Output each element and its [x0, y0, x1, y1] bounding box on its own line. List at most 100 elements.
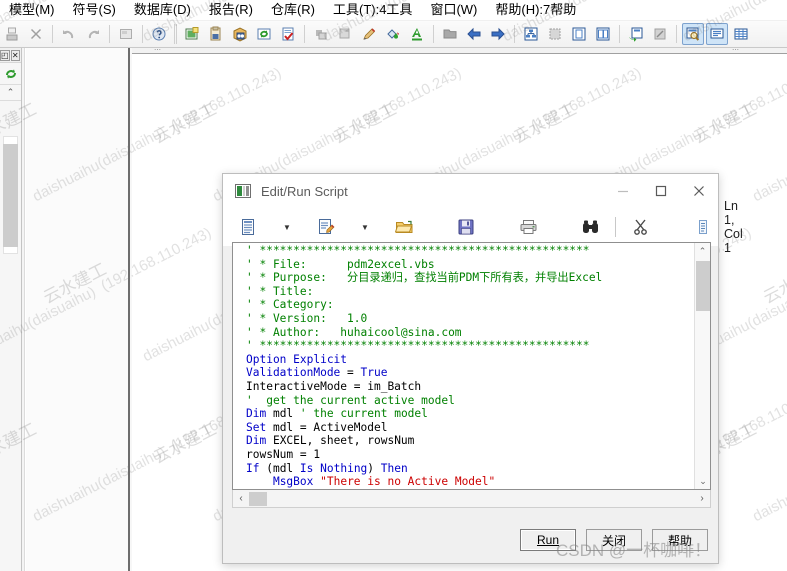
minimize-button[interactable] [604, 174, 642, 208]
toolbar-separator [304, 25, 305, 43]
paint-bucket-icon[interactable] [382, 23, 404, 45]
resize-icon[interactable] [649, 23, 671, 45]
print-icon[interactable] [1, 23, 23, 45]
menu-item-label: 工具(T):4工具 [333, 2, 412, 17]
menu-database[interactable]: 数据库(D) [125, 1, 200, 20]
editor-horizontal-scrollbar[interactable]: ‹ › [232, 490, 711, 508]
maximize-button[interactable] [642, 174, 680, 208]
menu-tools[interactable]: 工具(T):4工具 [324, 1, 421, 20]
two-page-icon[interactable] [592, 23, 614, 45]
diagram-icon[interactable] [520, 23, 542, 45]
code-line: InteractiveMode = im_Batch [246, 380, 696, 394]
toolbar-separator [142, 25, 143, 43]
dialog-toolbar-separator [615, 217, 616, 237]
code-line: rowsNum = 1 [246, 448, 696, 462]
cursor-position-label: Ln 1, Col 1 [724, 199, 743, 255]
menu-item-label: 窗口(W) [430, 2, 477, 17]
page-icon[interactable] [568, 23, 590, 45]
comment-icon[interactable] [706, 23, 728, 45]
fill-gray-icon[interactable] [310, 23, 332, 45]
toolbar-grip[interactable] [174, 24, 177, 44]
close-button[interactable] [680, 174, 718, 208]
menu-item-label: 模型(M) [9, 2, 55, 17]
shadow-icon[interactable] [334, 23, 356, 45]
script-editor[interactable]: ' **************************************… [232, 242, 711, 490]
vertical-scroll-thumb[interactable] [696, 261, 710, 311]
close-x-icon[interactable] [25, 23, 47, 45]
code-line: MsgBox "There is no Active Model" [246, 475, 696, 489]
edit-run-script-dialog: Edit/Run Script ▼ ▼ Ln 1, Col 1 ' ******… [222, 173, 719, 564]
zoom-find-icon[interactable] [682, 23, 704, 45]
splitter-grip-left: ⋯ [154, 48, 162, 54]
code-line: ' **************************************… [246, 339, 696, 353]
zoom-rect-icon[interactable] [544, 23, 566, 45]
left-dock-edge [22, 48, 25, 571]
lines-icon [690, 214, 716, 240]
new-script-chevron-down-icon[interactable]: ▼ [279, 214, 295, 240]
editor-vertical-scrollbar[interactable]: ⌃ ⌄ [694, 243, 710, 489]
left-dock-restore-button[interactable]: ◰ [0, 50, 10, 61]
refresh-icon[interactable] [253, 23, 275, 45]
left-dock-refresh-icon[interactable] [0, 63, 21, 85]
open-model-icon[interactable] [205, 23, 227, 45]
left-dock-thumb[interactable] [3, 144, 18, 247]
scroll-up-icon[interactable]: ⌃ [695, 243, 710, 259]
horizontal-scroll-thumb[interactable] [249, 492, 267, 506]
save-disk-icon[interactable] [453, 214, 479, 240]
code-line: Option Explicit [246, 353, 696, 367]
printer-icon[interactable] [515, 214, 541, 240]
dialog-title-text: Edit/Run Script [261, 184, 604, 199]
csdn-watermark: CSDN @一杯咖啡！ [556, 536, 711, 561]
scissors-icon[interactable] [628, 214, 654, 240]
folder-gray-icon[interactable] [439, 23, 461, 45]
package-icon[interactable] [229, 23, 251, 45]
open-folder-icon[interactable] [391, 214, 417, 240]
code-line: ' * Version: 1.0 [246, 312, 696, 326]
undo-icon[interactable] [58, 23, 80, 45]
help-about-icon[interactable] [148, 23, 170, 45]
left-dock-caption: ◰ ✕ [0, 48, 21, 63]
toolbar-separator [514, 25, 515, 43]
left-dock-close-button[interactable]: ✕ [11, 50, 20, 61]
new-model-icon[interactable] [181, 23, 203, 45]
menu-report[interactable]: 报告(R) [200, 1, 262, 20]
menu-item-label: 仓库(R) [271, 2, 315, 17]
dialog-caption-buttons [604, 174, 718, 208]
binoculars-icon[interactable] [577, 214, 603, 240]
scroll-right-icon[interactable]: › [694, 491, 710, 507]
code-line: Dim mdl ' the current model [246, 407, 696, 421]
splitter-grip-right: ⋯ [732, 48, 740, 54]
check-model-icon[interactable] [277, 23, 299, 45]
code-line: ValidationMode = True [246, 366, 696, 380]
left-dock-scroll-up-icon[interactable]: ⌃ [0, 85, 21, 101]
toolbar-separator [52, 25, 53, 43]
back-arrow-icon[interactable] [463, 23, 485, 45]
menu-repository[interactable]: 仓库(R) [262, 1, 324, 20]
dialog-title-bar[interactable]: Edit/Run Script [223, 174, 718, 208]
scroll-down-icon[interactable]: ⌄ [695, 473, 711, 489]
forward-arrow-icon[interactable] [487, 23, 509, 45]
edit-script-icon[interactable] [313, 214, 339, 240]
canvas-splitter-bar[interactable]: ⋯ ⋯ [132, 48, 787, 54]
scroll-left-icon[interactable]: ‹ [233, 491, 249, 507]
menu-symbol[interactable]: 符号(S) [64, 1, 125, 20]
new-script-icon[interactable] [235, 214, 261, 240]
left-dock-panel: ◰ ✕ ⌃ [0, 48, 22, 571]
code-line: ' * File: pdm2excel.vbs [246, 258, 696, 272]
export-icon[interactable] [625, 23, 647, 45]
properties-icon[interactable] [115, 23, 137, 45]
menu-window[interactable]: 窗口(W) [421, 1, 486, 20]
grid-icon[interactable] [730, 23, 752, 45]
edit-script-chevron-down-icon[interactable]: ▼ [357, 214, 373, 240]
menu-help[interactable]: 帮助(H):7帮助 [486, 1, 585, 20]
toolbar-separator [433, 25, 434, 43]
menu-item-label: 数据库(D) [134, 2, 191, 17]
menu-model[interactable]: 模型(M) [0, 1, 64, 20]
toolbar-separator [109, 25, 110, 43]
script-code-text[interactable]: ' **************************************… [246, 244, 696, 490]
redo-icon[interactable] [82, 23, 104, 45]
menu-item-label: 帮助(H):7帮助 [495, 2, 576, 17]
toolbar-separator [676, 25, 677, 43]
font-color-icon[interactable] [406, 23, 428, 45]
pencil-icon[interactable] [358, 23, 380, 45]
